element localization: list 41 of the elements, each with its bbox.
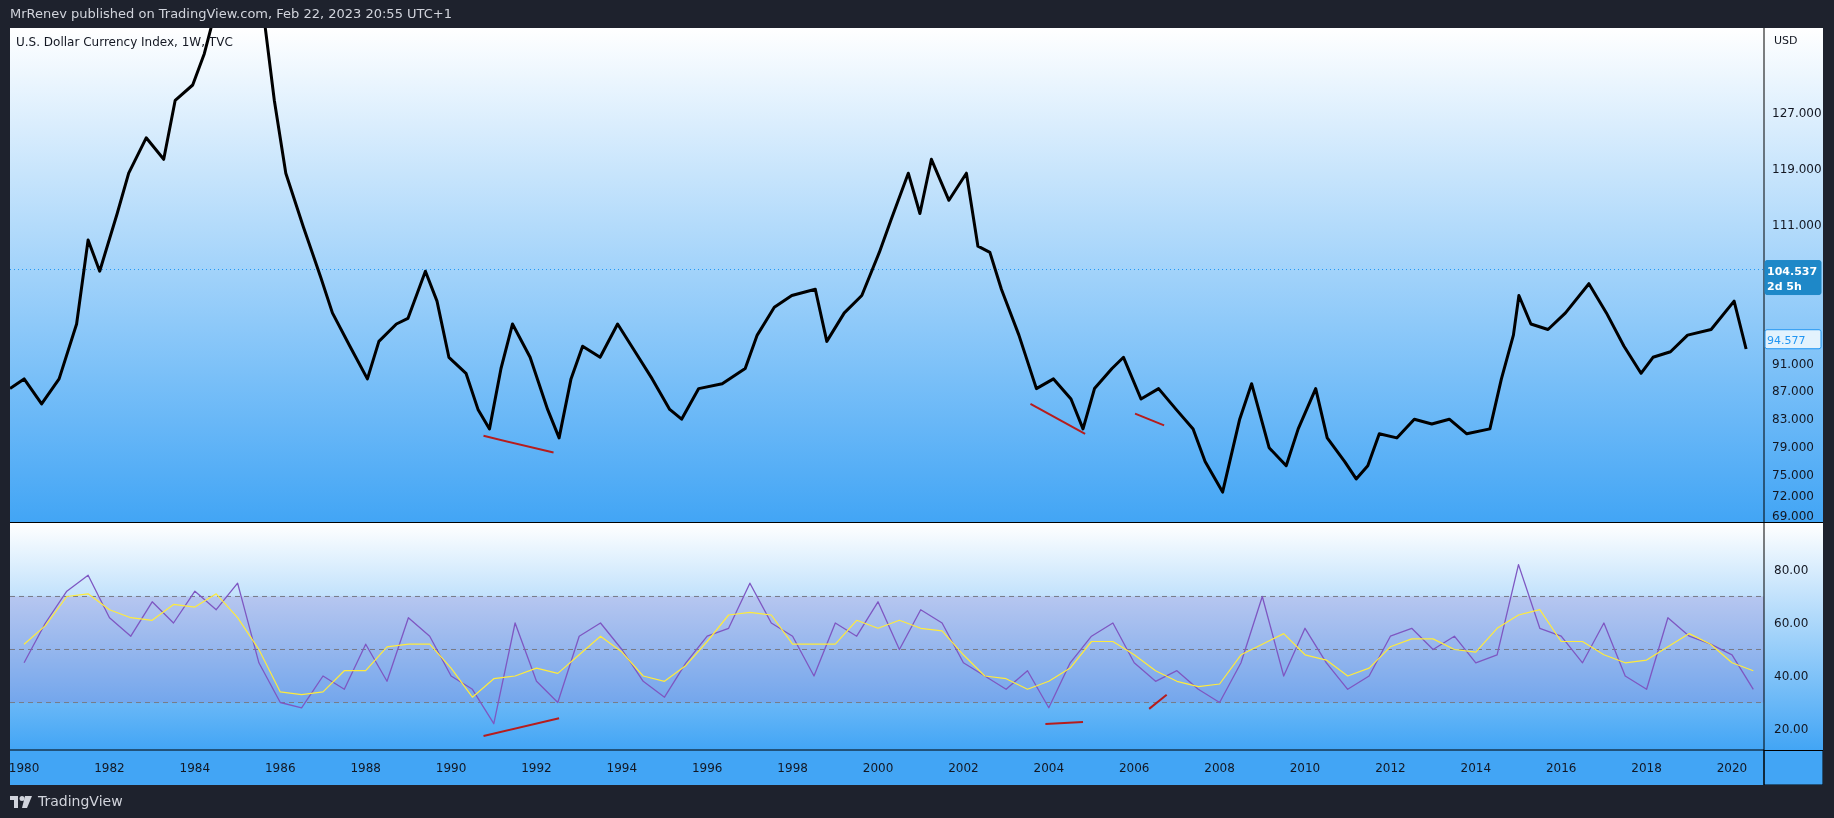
publish-info: MrRenev published on TradingView.com, Feb 22, 2023 20:55 UTC+1: [10, 5, 452, 24]
axis-label: 75.000: [1772, 467, 1814, 482]
unit-label: USD: [1774, 34, 1798, 47]
axis-label: 2008: [1204, 761, 1235, 775]
axis-label: 1994: [606, 761, 638, 775]
axis-label: 1984: [179, 761, 211, 775]
axis-label: 2020: [1716, 761, 1748, 775]
axis-label: 1996: [691, 761, 723, 775]
axis-label: 1986: [265, 761, 296, 775]
axis-label: 2012: [1375, 761, 1406, 775]
price-badge: 104.537 2d 5h: [1764, 260, 1822, 296]
axis-label: 2016: [1545, 761, 1577, 775]
chart-title: U.S. Dollar Currency Index, 1W, TVC: [16, 35, 233, 49]
axis-label: 40.00: [1774, 669, 1809, 683]
brand-name: TradingView: [38, 792, 123, 811]
axis-label: 1988: [350, 761, 381, 775]
axis-label: 1998: [777, 761, 808, 775]
axis-label: 127.000: [1772, 106, 1822, 121]
axis-label: 1980: [10, 761, 40, 775]
axis-label: 111.000: [1772, 217, 1822, 232]
axis-label: 87.000: [1772, 384, 1814, 399]
axis-label: 2010: [1289, 761, 1321, 775]
axis-label: 2000: [862, 761, 894, 775]
axis-label: 1982: [94, 761, 125, 775]
axis-label: 2018: [1631, 761, 1662, 775]
axis-label: 1990: [435, 761, 467, 775]
axis-label: 83.000: [1772, 412, 1814, 427]
axis-label: 72.000: [1772, 488, 1814, 503]
axis-label: 80.00: [1774, 562, 1809, 577]
axis-label: 79.000: [1772, 439, 1814, 454]
axis-label: 60.00: [1774, 616, 1809, 630]
axis-label: 119.000: [1772, 162, 1822, 177]
axis-label: 20.00: [1774, 722, 1809, 737]
axis-label: 1992: [521, 761, 552, 775]
axis-label: 2002: [948, 761, 979, 775]
axis-label: 2014: [1460, 761, 1492, 775]
axis-label: 2006: [1118, 761, 1150, 775]
price-badge: 94.577: [1764, 329, 1822, 350]
axis-label: 91.000: [1772, 356, 1814, 371]
axis-label: 69.000: [1772, 509, 1814, 522]
axis-label: 2004: [1033, 761, 1065, 775]
